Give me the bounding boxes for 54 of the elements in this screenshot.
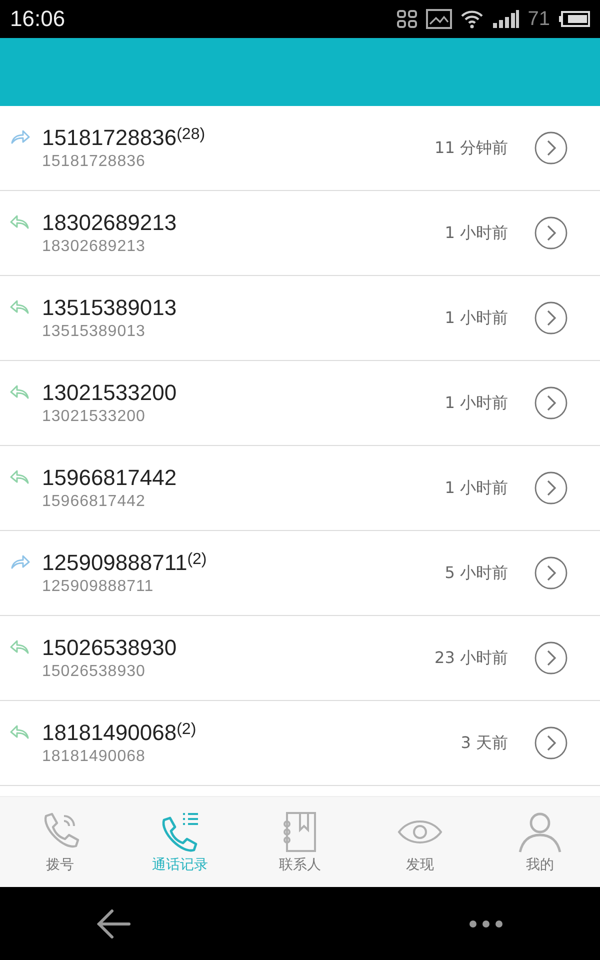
call-time: 5 小时前 (444, 562, 508, 584)
phone-number-subtitle: 18302689213 (42, 238, 146, 256)
chevron-circle-icon[interactable] (534, 641, 568, 675)
call-time: 11 分钟前 (434, 138, 508, 158)
call-time: 1 小时前 (444, 308, 508, 328)
call-log-row[interactable]: 15181728836$^{(28)}$ 15181728836 11 分钟前 (0, 106, 600, 191)
status-time: 16:06 (10, 6, 66, 32)
phone-number: 18302689213 (42, 210, 178, 236)
call-time: 23 小时前 (434, 648, 508, 668)
person-icon (517, 810, 563, 854)
scan-icon (396, 9, 418, 29)
chevron-circle-icon[interactable] (534, 131, 568, 165)
phone-number: 125909888711$^{(2)}$ (42, 550, 208, 576)
phone-number-subtitle: 15026538930 (42, 663, 146, 681)
phone-number: 13515389013 (42, 295, 178, 321)
phone-number-subtitle: 15966817442 (42, 493, 146, 511)
phone-number-subtitle: 13515389013 (42, 323, 146, 341)
chevron-circle-icon[interactable] (534, 216, 568, 250)
tab[interactable]: 发现 (360, 797, 480, 887)
call-log-row[interactable]: 18181490068$^{(2)}$ 18181490068 3 天前 (0, 701, 600, 786)
image-icon (426, 9, 452, 29)
tab[interactable]: 联系人 (240, 797, 360, 887)
chevron-circle-icon[interactable] (534, 301, 568, 335)
more-icon[interactable] (468, 918, 504, 928)
call-log-row[interactable]: 13021533200 13021533200 1 小时前 (0, 361, 600, 446)
call-log-row[interactable]: 13515389013 13515389013 1 小时前 (0, 276, 600, 361)
chevron-circle-icon[interactable] (534, 471, 568, 505)
chevron-circle-icon[interactable] (534, 726, 568, 760)
phone-number-subtitle: 18181490068 (42, 748, 146, 766)
signal-icon (492, 9, 520, 29)
chevron-circle-icon[interactable] (534, 556, 568, 590)
call-log-row[interactable]: 125909888711$^{(2)}$ 125909888711 5 小时前 (0, 531, 600, 616)
phone-number: 15966817442 (42, 465, 178, 491)
tab[interactable]: 我的 (480, 797, 600, 887)
call-log-row[interactable]: 15966817442 15966817442 1 小时前 (0, 446, 600, 531)
call-log-row[interactable]: 15026538930 15026538930 23 小时前 (0, 616, 600, 701)
phone-number: 18181490068$^{(2)}$ (42, 720, 198, 746)
call-time: 1 小时前 (444, 222, 508, 244)
call-time: 1 小时前 (444, 392, 508, 414)
call-time: 3 天前 (460, 732, 508, 754)
phone-number: 15026538930 (42, 635, 178, 661)
phone-number-subtitle: 15181728836 (42, 153, 146, 171)
wifi-icon (460, 9, 484, 29)
phone-number: 13021533200 (42, 380, 178, 406)
phone-number-subtitle: 125909888711 (42, 578, 155, 596)
battery-text: 71 (528, 8, 550, 30)
tab[interactable]: 拨号 (0, 797, 120, 887)
call-time: 1 小时前 (444, 478, 508, 498)
battery-icon (558, 10, 590, 28)
call-log-row[interactable]: 18302689213 18302689213 1 小时前 (0, 191, 600, 276)
phone-number-subtitle: 13021533200 (42, 408, 146, 426)
chevron-circle-icon[interactable] (534, 386, 568, 420)
phone-number: 15181728836$^{(28)}$ (42, 125, 206, 151)
back-icon[interactable] (96, 908, 132, 940)
